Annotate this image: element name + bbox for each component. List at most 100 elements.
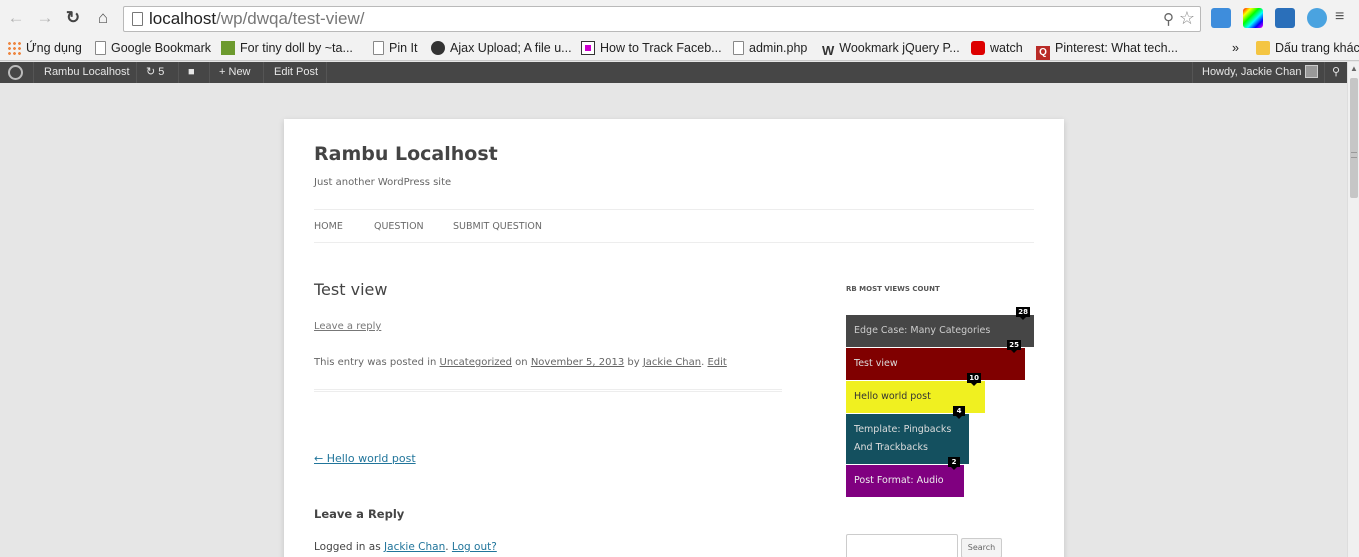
more-bookmarks-button[interactable]: »	[1232, 39, 1239, 57]
wordpress-logo-icon[interactable]	[8, 65, 23, 80]
bookmark-label: How to Track Faceb...	[600, 41, 722, 55]
category-link[interactable]: Uncategorized	[440, 357, 512, 368]
site-description: Just another WordPress site	[314, 177, 452, 188]
vimeo-extension-icon[interactable]	[1307, 8, 1327, 28]
quora-icon: Q	[1036, 46, 1050, 60]
edit-link[interactable]: Edit	[707, 357, 726, 368]
url-host: localhost	[149, 9, 217, 28]
bookmark-label: For tiny doll by ~ta...	[240, 41, 353, 55]
wp-admin-bar: Rambu Localhost ↻ 5 ■ + New Edit Post Ho…	[0, 62, 1347, 83]
bookmark-apps[interactable]: Ứng dụng	[7, 39, 82, 57]
bookmark-watch[interactable]: watch	[971, 39, 1023, 57]
address-bar[interactable]: localhost/wp/dwqa/test-view/ ⚲ ☆	[123, 6, 1201, 32]
scroll-thumb[interactable]	[1350, 78, 1358, 198]
reload-icon[interactable]: ↻	[64, 9, 82, 27]
main-navigation: HOME QUESTION SUBMIT QUESTION	[314, 209, 1034, 243]
youtube-icon	[971, 41, 985, 55]
divider	[33, 62, 34, 83]
vertical-scrollbar[interactable]: ▲	[1347, 62, 1359, 557]
bookmark-star-icon[interactable]: ☆	[1179, 8, 1195, 29]
logged-in-line: Logged in as Jackie Chan. Log out?	[314, 541, 497, 553]
most-viewed-item[interactable]: Edge Case: Many Categories 28	[846, 307, 1034, 347]
bookmarks-bar: Ứng dụng Google Bookmark For tiny doll b…	[0, 36, 1359, 61]
page-icon	[733, 41, 744, 55]
edit-post-button[interactable]: Edit Post	[274, 62, 318, 83]
wookmark-icon: W	[822, 43, 835, 58]
back-arrow-icon[interactable]: ←	[7, 9, 25, 27]
entry-meta: This entry was posted in Uncategorized o…	[314, 357, 727, 368]
bookmark-wookmark[interactable]: W Wookmark jQuery P...	[822, 39, 960, 58]
bookmark-google[interactable]: Google Bookmark	[95, 39, 211, 57]
previous-post-link[interactable]: ← Hello world post	[314, 452, 416, 465]
updates-button[interactable]: ↻ 5	[146, 62, 164, 83]
page-icon	[132, 12, 143, 26]
browser-toolbar: ← → ↻ ⌂ localhost/wp/dwqa/test-view/ ⚲ ☆…	[0, 0, 1359, 36]
howdy-account-menu[interactable]: Howdy, Jackie Chan	[1202, 62, 1319, 83]
bookmark-ajax-upload[interactable]: Ajax Upload; A file u...	[431, 39, 572, 57]
meta-by: by	[627, 357, 640, 368]
nav-item-question[interactable]: QUESTION	[374, 221, 424, 232]
home-icon[interactable]: ⌂	[94, 9, 112, 27]
entry-title: Test view	[314, 280, 388, 299]
divider	[263, 62, 264, 83]
leave-reply-link[interactable]: Leave a reply	[314, 321, 381, 332]
url-text[interactable]: localhost/wp/dwqa/test-view/	[149, 9, 364, 29]
bookmark-label: Pin It	[389, 41, 418, 55]
comments-icon[interactable]: ■	[188, 62, 195, 83]
nav-item-submit-question[interactable]: SUBMIT QUESTION	[453, 221, 542, 232]
new-label: New	[228, 66, 251, 78]
scroll-up-arrow-icon[interactable]: ▲	[1350, 64, 1358, 73]
other-bookmarks[interactable]: Dấu trang khác	[1256, 39, 1359, 57]
scroll-grip	[1351, 152, 1357, 158]
most-viewed-title: Test view	[854, 358, 898, 369]
zoom-icon[interactable]: ⚲	[1163, 10, 1174, 28]
view-count-badge: 2	[948, 457, 960, 470]
nav-item-home[interactable]: HOME	[314, 221, 343, 232]
bookmark-track-facebook[interactable]: How to Track Faceb...	[581, 39, 722, 57]
logout-link[interactable]: Log out?	[452, 541, 497, 553]
page-icon	[581, 41, 595, 55]
meta-prefix: This entry was posted in	[314, 357, 437, 368]
screen-extension-icon[interactable]	[1275, 8, 1295, 28]
bookmark-label: Ứng dụng	[26, 41, 82, 55]
divider	[136, 62, 137, 83]
bookmark-label: Google Bookmark	[111, 41, 212, 55]
site-page: Rambu Localhost Just another WordPress s…	[284, 119, 1064, 557]
divider	[1324, 62, 1325, 83]
view-count-badge: 4	[953, 406, 965, 419]
github-icon	[431, 41, 445, 55]
view-count-badge: 28	[1016, 307, 1030, 320]
plus-icon: +	[219, 66, 226, 78]
bookmark-pin-it[interactable]: Pin It	[373, 39, 418, 57]
most-viewed-item[interactable]: Test view 25	[846, 340, 1025, 380]
most-viewed-title: Hello world post	[854, 391, 931, 402]
bookmark-label: admin.php	[749, 41, 808, 55]
author-link[interactable]: Jackie Chan	[643, 357, 701, 368]
entry-divider	[314, 389, 782, 392]
menu-icon[interactable]: ≡	[1335, 9, 1349, 25]
search-button[interactable]: Search	[961, 538, 1002, 557]
date-link[interactable]: November 5, 2013	[531, 357, 624, 368]
bookmark-admin[interactable]: admin.php	[733, 39, 807, 57]
most-viewed-title: Edge Case: Many Categories	[854, 325, 991, 336]
divider	[326, 62, 327, 83]
most-viewed-item[interactable]: Post Format: Audio 2	[846, 457, 964, 497]
admin-search-icon[interactable]: ⚲	[1332, 62, 1340, 83]
bookmark-label: Pinterest: What tech...	[1055, 41, 1178, 55]
divider	[1192, 62, 1193, 83]
widget-title: RB MOST VIEWS COUNT	[846, 285, 940, 293]
bookmark-pinterest[interactable]: Q Pinterest: What tech...	[1036, 39, 1178, 60]
meta-on: on	[515, 357, 528, 368]
folder-extension-icon[interactable]	[1211, 8, 1231, 28]
reply-title: Leave a Reply	[314, 507, 405, 521]
search-input[interactable]	[846, 534, 958, 557]
admin-site-name[interactable]: Rambu Localhost	[44, 62, 130, 83]
color-picker-extension-icon[interactable]	[1243, 8, 1263, 28]
forward-arrow-icon[interactable]: →	[36, 9, 54, 27]
bookmark-tiny-doll[interactable]: For tiny doll by ~ta...	[221, 39, 353, 57]
view-count-badge: 25	[1007, 340, 1021, 353]
logged-in-user-link[interactable]: Jackie Chan	[384, 541, 445, 553]
bookmark-label: Wookmark jQuery P...	[839, 41, 960, 55]
new-button[interactable]: + New	[219, 62, 251, 83]
site-title[interactable]: Rambu Localhost	[314, 143, 498, 165]
